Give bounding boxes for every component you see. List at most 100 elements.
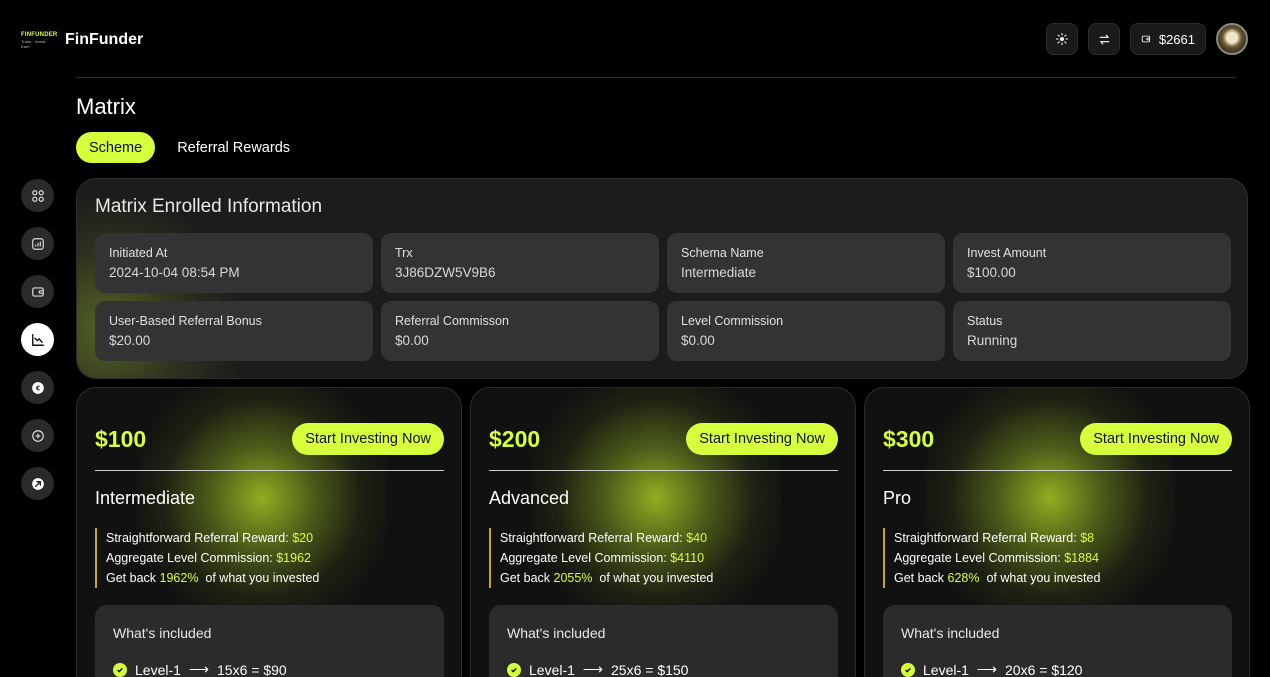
arrow-up-right-icon [31,477,44,490]
plan-price: $100 [95,426,147,452]
plan-name: Advanced [489,488,570,508]
info-initiated-at: Initiated At 2024-10-04 08:54 PM [95,233,373,293]
referral-reward-value: $8 [1080,531,1095,545]
level-commission-line: Aggregate Level Commission: $1962 [106,548,319,568]
whats-included-title: What's included [113,625,212,641]
sidebar-item-matrix[interactable] [21,323,54,356]
sidebar-item-analytics[interactable] [21,227,54,260]
level-label: Level-1 [529,661,575,677]
referral-reward-label: Straightforward Referral Reward: [106,531,289,545]
info-status: Status Running [953,301,1231,361]
header-divider [76,77,1236,78]
plan-details: Straightforward Referral Reward: $8 Aggr… [883,528,1100,588]
logo-tagline: Trade · Invest · Earn [21,38,48,49]
info-label: Trx [395,246,413,260]
info-label: Referral Commisson [395,314,509,328]
level-commission-label: Aggregate Level Commission: [106,551,273,565]
whats-included-box: What's included Level-1 ⟶ 20x6 = $120 [883,605,1232,677]
info-label: Initiated At [109,246,168,260]
sidebar-item-dashboard[interactable] [21,179,54,212]
getback-prefix: Get back [500,571,551,585]
info-referral-commission: Referral Commisson $0.00 [381,301,659,361]
plan-divider [95,470,444,471]
sidebar-item-withdraw[interactable] [21,467,54,500]
included-level-row: Level-1 ⟶ 25x6 = $150 [507,661,820,677]
tab-scheme[interactable]: Scheme [76,132,156,163]
chart-icon [31,237,44,250]
info-value: 3J86DZW5V9B6 [395,265,496,280]
level-commission-line: Aggregate Level Commission: $1884 [894,548,1100,568]
tab-referral-rewards[interactable]: Referral Rewards [164,132,303,163]
logo-mark: FINFUNDER Trade · Invest · Earn [21,31,58,49]
wallet-icon [31,286,44,297]
referral-reward-label: Straightforward Referral Reward: [894,531,1077,545]
swap-button[interactable] [1088,23,1120,55]
trend-icon [31,333,44,346]
enrolled-info-grid: Initiated At 2024-10-04 08:54 PM Trx 3J8… [95,233,1231,361]
start-investing-button[interactable]: Start Investing Now [1080,423,1232,455]
theme-toggle-button[interactable] [1046,23,1078,55]
sidebar-item-currency[interactable]: € [21,371,54,404]
included-level-row: Level-1 ⟶ 20x6 = $120 [901,661,1214,677]
referral-reward-value: $40 [686,531,708,545]
level-commission-label: Aggregate Level Commission: [894,551,1061,565]
level-value: 15x6 = $90 [217,661,287,677]
included-level-row: Level-1 ⟶ 15x6 = $90 [113,661,426,677]
sidebar-item-wallet[interactable] [21,275,54,308]
getback-prefix: Get back [894,571,945,585]
plan-price: $300 [883,426,935,452]
level-arrow: ⟶ [976,661,997,677]
info-value: $0.00 [395,333,429,348]
wallet-balance-button[interactable]: $2661 [1130,23,1206,55]
check-icon [507,662,521,677]
start-investing-button[interactable]: Start Investing Now [686,423,838,455]
whats-included-title: What's included [901,625,1000,641]
level-label: Level-1 [135,661,181,677]
dashboard-icon [31,189,44,202]
wallet-icon [1141,35,1151,43]
referral-reward-line: Straightforward Referral Reward: $40 [500,528,713,548]
info-value: $0.00 [681,333,715,348]
info-value: 2024-10-04 08:54 PM [109,265,240,280]
whats-included-box: What's included Level-1 ⟶ 25x6 = $150 [489,605,838,677]
sidebar: € [21,179,54,500]
getback-suffix: of what you invested [986,571,1101,585]
plan-card-intermediate: $100 Start Investing Now Intermediate St… [76,387,462,677]
referral-reward-value: $20 [292,531,314,545]
tab-bar: Scheme Referral Rewards [76,132,312,163]
check-icon [113,662,127,677]
plan-card-advanced: $200 Start Investing Now Advanced Straig… [470,387,856,677]
plan-name: Intermediate [95,488,196,508]
referral-reward-label: Straightforward Referral Reward: [500,531,683,545]
plan-price: $200 [489,426,541,452]
info-value: $20.00 [109,333,151,348]
info-level-commission: Level Commission $0.00 [667,301,945,361]
plan-details: Straightforward Referral Reward: $20 Agg… [95,528,319,588]
info-label: Invest Amount [967,246,1047,260]
level-commission-value: $4110 [670,551,705,565]
referral-reward-line: Straightforward Referral Reward: $20 [106,528,319,548]
getback-line: Get back 1962% of what you invested [106,568,319,588]
check-icon [901,662,915,677]
getback-line: Get back 628% of what you invested [894,568,1100,588]
wallet-balance: $2661 [1158,31,1195,47]
whats-included-box: What's included Level-1 ⟶ 15x6 = $90 [95,605,444,677]
logo-text: FINFUNDER [21,31,58,38]
sidebar-item-deposit[interactable] [21,419,54,452]
level-value: 20x6 = $120 [1005,661,1083,677]
info-label: User-Based Referral Bonus [109,314,262,328]
sun-icon [1056,33,1068,45]
logo[interactable]: FINFUNDER Trade · Invest · Earn FinFunde… [21,31,143,49]
level-arrow: ⟶ [188,661,209,677]
level-commission-label: Aggregate Level Commission: [500,551,667,565]
level-commission-value: $1962 [276,551,311,565]
plan-cards: $100 Start Investing Now Intermediate St… [76,387,1250,677]
info-label: Schema Name [681,246,764,260]
page-title: Matrix [76,94,136,119]
start-investing-button[interactable]: Start Investing Now [292,423,444,455]
getback-value: 2055% [553,571,593,585]
level-arrow: ⟶ [582,661,603,677]
euro-icon: € [31,381,44,394]
avatar[interactable] [1216,23,1248,55]
brand-name: FinFunder [65,31,144,48]
